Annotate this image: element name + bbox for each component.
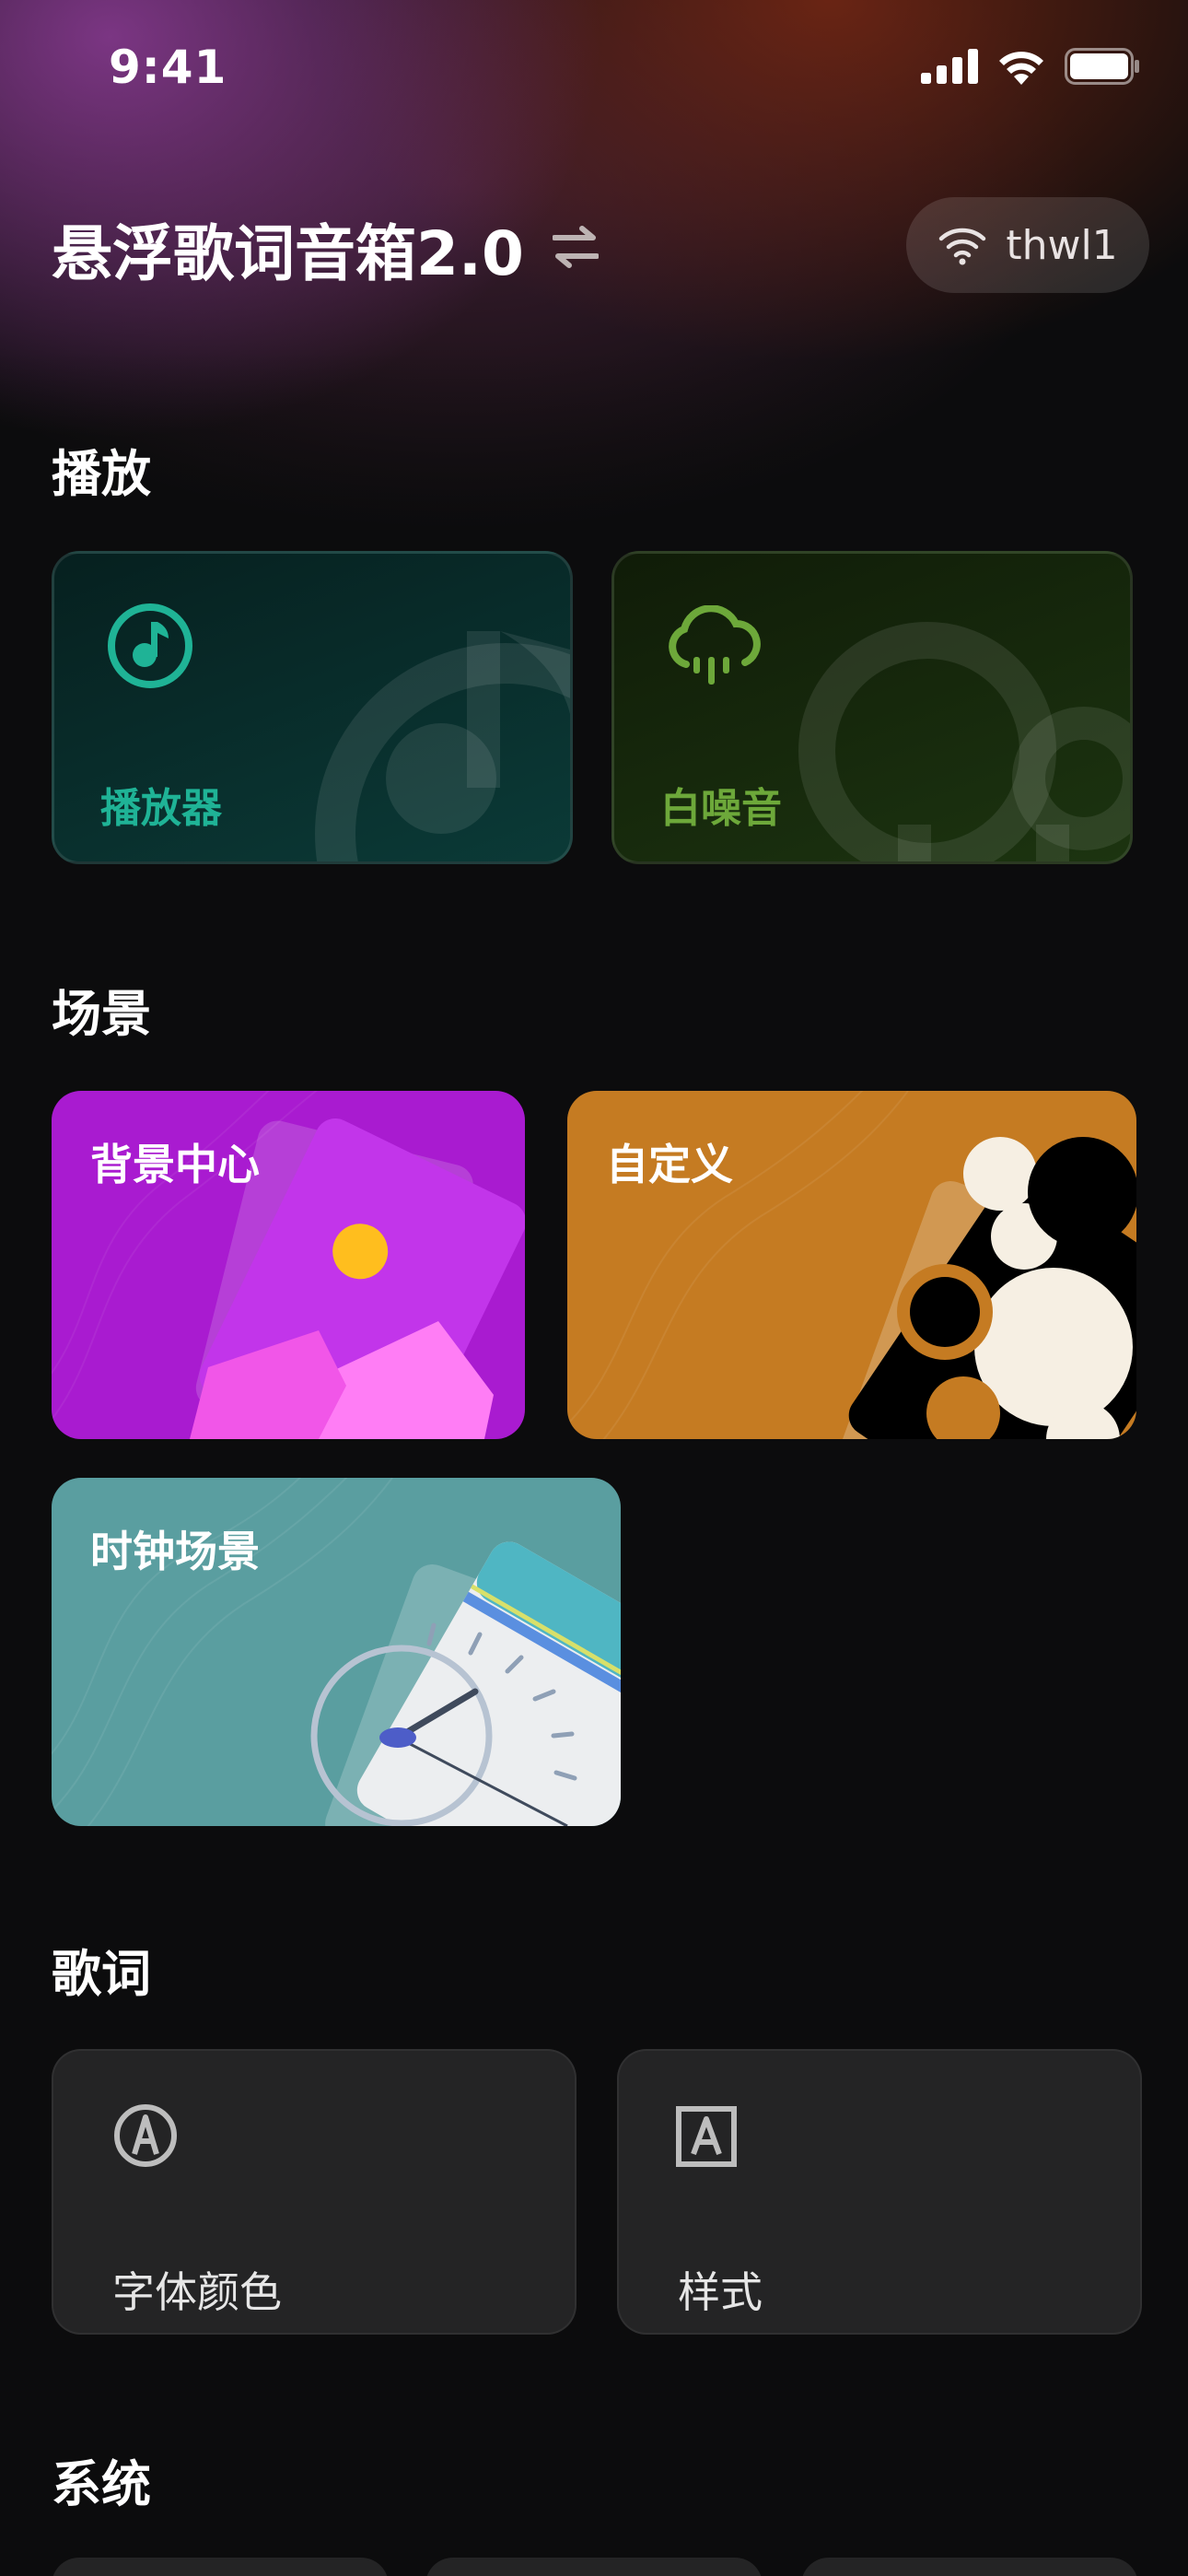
system-card-2[interactable] <box>425 2558 763 2576</box>
cellular-signal-icon <box>921 49 978 84</box>
music-note-bg-icon <box>315 631 570 861</box>
white-noise-label: 白噪音 <box>660 785 782 832</box>
clock-scene-label: 时钟场景 <box>90 1527 260 1576</box>
background-center-label: 背景中心 <box>90 1140 260 1189</box>
cloud-rain-icon <box>669 605 761 685</box>
system-card-3[interactable] <box>801 2558 1138 2576</box>
custom-scene-label: 自定义 <box>606 1140 733 1189</box>
player-label: 播放器 <box>100 785 222 832</box>
custom-scene-card[interactable]: 自定义 <box>567 1091 1136 1439</box>
clock-scene-card[interactable]: 时钟场景 <box>52 1478 621 1826</box>
section-title-scene: 场景 <box>52 985 151 1043</box>
music-note-icon <box>108 603 192 688</box>
text-style-card[interactable]: 样式 <box>617 2049 1142 2335</box>
text-style-label: 样式 <box>678 2267 763 2317</box>
cloud-rain-bg-icon <box>798 622 1130 861</box>
player-card[interactable]: 播放器 <box>52 551 573 864</box>
wifi-status-icon <box>999 52 1043 85</box>
battery-icon <box>1065 48 1139 85</box>
swap-icon[interactable] <box>553 221 599 273</box>
wifi-selector-button[interactable]: thwl1 <box>906 197 1149 293</box>
white-noise-card[interactable]: 白噪音 <box>611 551 1133 864</box>
app-screen: 9:41 悬浮歌词音箱2.0 thwl1 播放 播放器 白噪音 场景 背景中心 … <box>0 0 1188 2576</box>
font-color-card[interactable]: 字体颜色 <box>52 2049 577 2335</box>
system-card-1[interactable] <box>52 2558 389 2576</box>
wifi-icon <box>939 228 986 265</box>
status-time: 9:41 <box>109 41 227 94</box>
app-title: 悬浮歌词音箱2.0 <box>52 218 524 289</box>
text-style-icon <box>676 2106 737 2167</box>
section-title-play: 播放 <box>52 445 151 503</box>
font-color-icon <box>114 2104 177 2167</box>
section-title-system: 系统 <box>52 2455 151 2513</box>
status-icons <box>921 48 1140 85</box>
font-color-label: 字体颜色 <box>112 2267 282 2317</box>
wifi-name: thwl1 <box>1006 221 1118 269</box>
section-title-lyrics: 歌词 <box>52 1945 151 2003</box>
background-center-card[interactable]: 背景中心 <box>52 1091 525 1439</box>
